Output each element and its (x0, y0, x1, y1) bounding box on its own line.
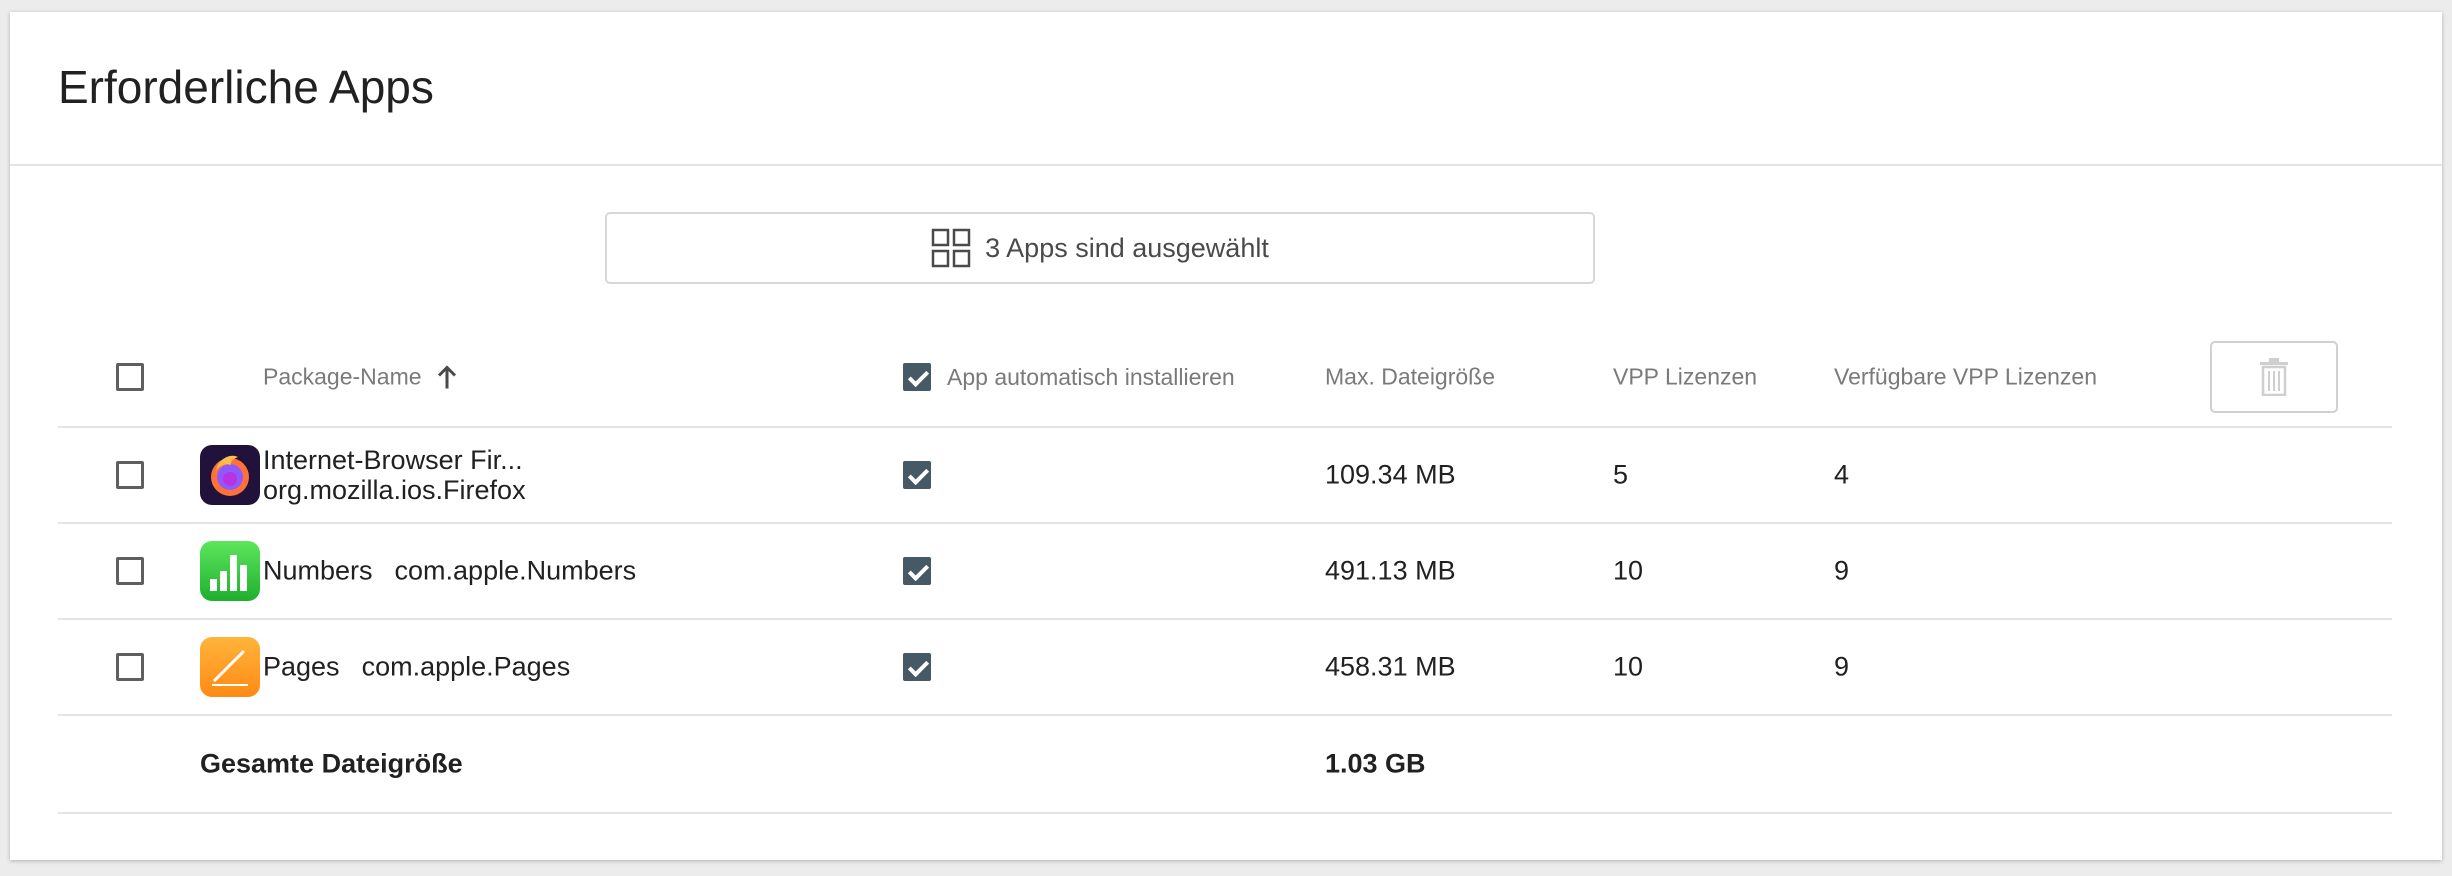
trash-icon (2260, 358, 2288, 396)
page-title: Erforderliche Apps (58, 61, 434, 113)
arrow-up-icon (437, 364, 456, 388)
app-name: Numbers (263, 555, 373, 586)
column-auto-install: App automatisch installieren (903, 363, 1235, 391)
table-row[interactable]: Numbers com.apple.Numbers 491.13 MB 10 9 (58, 524, 2392, 620)
numbers-icon (200, 541, 260, 601)
card-header: Erforderliche Apps (10, 12, 2442, 166)
column-vpp: VPP Lizenzen (1613, 363, 1758, 390)
column-package-name[interactable]: Package-Name (263, 364, 458, 391)
app-package: org.mozilla.ios.Firefox (263, 475, 526, 505)
vpp-value: 5 (1613, 459, 1629, 490)
delete-button[interactable] (2210, 341, 2338, 413)
row-select-checkbox[interactable] (116, 557, 144, 585)
auto-install-all-checkbox[interactable] (903, 363, 931, 391)
column-vpp-available: Verfügbare VPP Lizenzen (1834, 363, 2097, 390)
vpp-available-value: 9 (1834, 651, 1850, 682)
row-select-checkbox[interactable] (116, 461, 144, 489)
app-name-package: Numbers com.apple.Numbers (263, 556, 636, 587)
app-package: com.apple.Numbers (394, 555, 637, 586)
max-size-value: 491.13 MB (1325, 555, 1456, 586)
app-name: Internet-Browser Fir... (263, 445, 523, 475)
table-header: Package-Name App automatisch installiere… (58, 328, 2392, 428)
column-auto-install-label: App automatisch installieren (947, 363, 1235, 390)
vpp-value: 10 (1613, 555, 1644, 586)
auto-install-checkbox[interactable] (903, 461, 931, 489)
total-label: Gesamte Dateigröße (200, 748, 463, 779)
pages-icon (200, 637, 260, 697)
table-row[interactable]: Internet-Browser Fir... org.mozilla.ios.… (58, 428, 2392, 524)
auto-install-checkbox[interactable] (903, 653, 931, 681)
app-name-package: Pages com.apple.Pages (263, 652, 570, 683)
grid-icon (931, 228, 971, 268)
auto-install-checkbox[interactable] (903, 557, 931, 585)
required-apps-card: Erforderliche Apps 3 Apps sind ausgewähl… (10, 12, 2442, 860)
row-select-checkbox[interactable] (116, 653, 144, 681)
column-package-name-label: Package-Name (263, 363, 422, 390)
app-name-package: Internet-Browser Fir... org.mozilla.ios.… (263, 445, 526, 505)
vpp-value: 10 (1613, 651, 1644, 682)
max-size-value: 109.34 MB (1325, 459, 1456, 490)
total-row: Gesamte Dateigröße 1.03 GB (58, 716, 2392, 814)
select-all-checkbox[interactable] (116, 363, 144, 391)
app-selection-button[interactable]: 3 Apps sind ausgewählt (605, 212, 1595, 284)
column-max-size: Max. Dateigröße (1325, 363, 1496, 390)
firefox-icon (200, 445, 260, 505)
vpp-available-value: 9 (1834, 555, 1850, 586)
table-row[interactable]: Pages com.apple.Pages 458.31 MB 10 9 (58, 620, 2392, 716)
vpp-available-value: 4 (1834, 459, 1850, 490)
app-package: com.apple.Pages (361, 651, 571, 682)
app-selection-label: 3 Apps sind ausgewählt (985, 232, 1269, 263)
total-value: 1.03 GB (1325, 748, 1426, 779)
max-size-value: 458.31 MB (1325, 651, 1456, 682)
app-name: Pages (263, 651, 340, 682)
